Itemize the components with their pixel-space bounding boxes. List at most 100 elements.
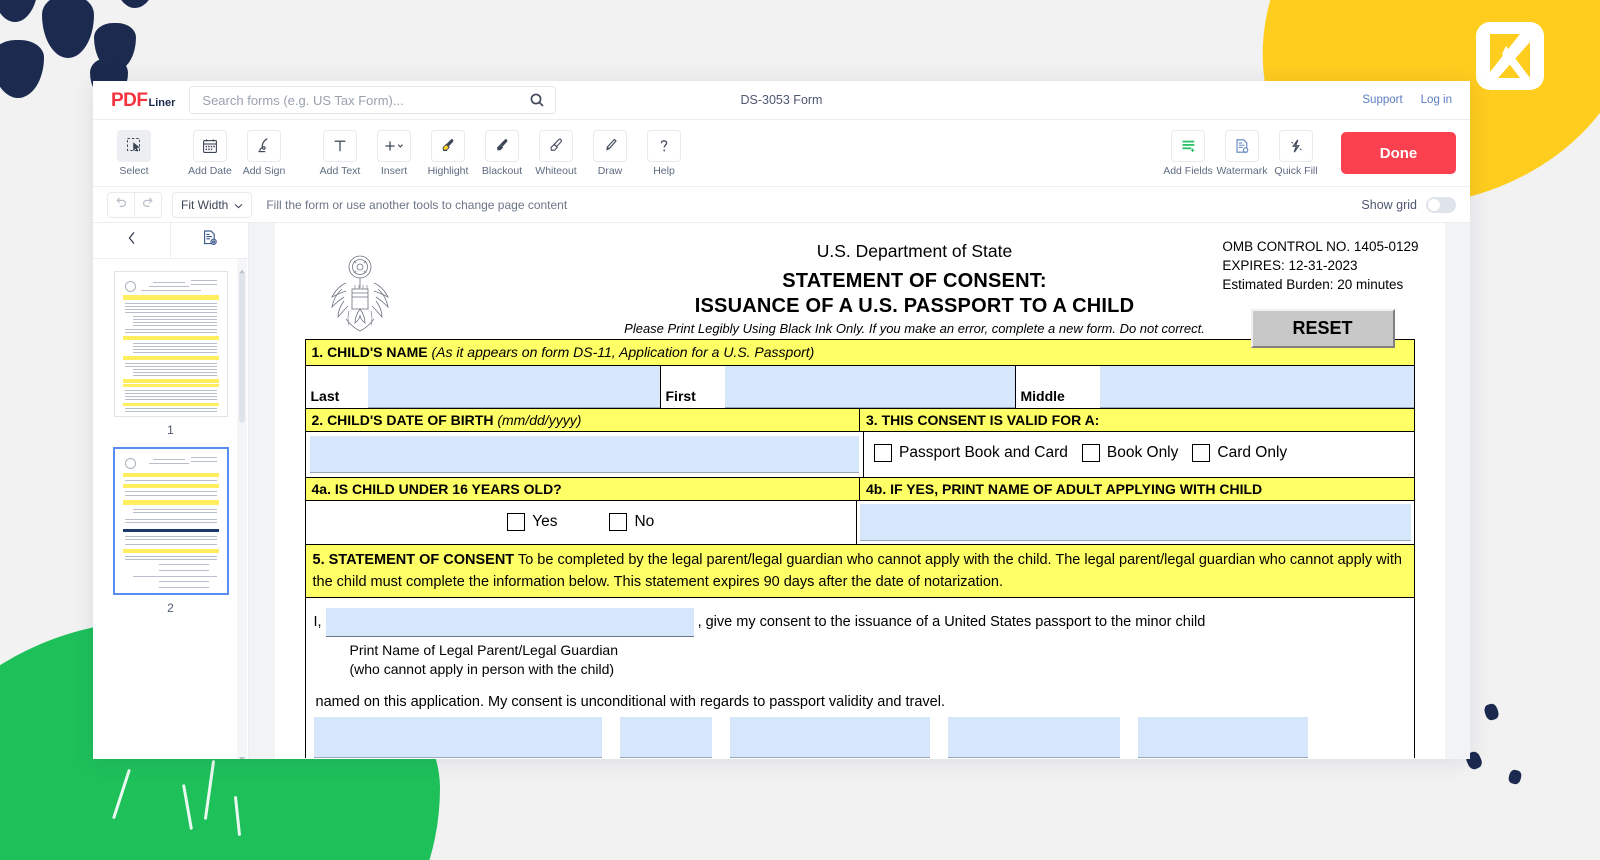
logo-liner-text: Liner: [148, 96, 176, 109]
thumbnail-item[interactable]: 1: [93, 271, 248, 437]
page-settings-button[interactable]: [171, 223, 248, 258]
search-icon[interactable]: [529, 92, 545, 108]
editor-body: 1 2 U.S. Department of State STATEMENT O…: [93, 223, 1470, 759]
sidebar-scrollbar[interactable]: [237, 259, 247, 759]
page-thumbnail-2[interactable]: [112, 447, 229, 595]
header-links: Support Log in: [1362, 94, 1470, 106]
parent-name-field[interactable]: [325, 607, 694, 637]
caption-line1: Print Name of Legal Parent/Legal Guardia…: [349, 641, 619, 658]
tool-add-text[interactable]: Add Text: [317, 129, 363, 177]
parent-name-caption: Print Name of Legal Parent/Legal Guardia…: [350, 641, 1406, 680]
tool-watermark[interactable]: Watermark: [1217, 129, 1267, 177]
first-name-label: First: [659, 365, 725, 408]
login-link[interactable]: Log in: [1421, 94, 1452, 106]
last-name-field[interactable]: [367, 365, 660, 408]
section2-heading-bold: 2. CHILD'S DATE OF BIRTH: [311, 411, 494, 428]
option-label: Yes: [532, 512, 558, 530]
reset-button[interactable]: RESET: [1250, 309, 1395, 348]
checkbox[interactable]: [874, 443, 892, 462]
zoom-level-select[interactable]: Fit Width: [172, 191, 253, 218]
tool-draw[interactable]: Draw: [587, 129, 633, 177]
toolbar-hint: Fill the form or use another tools to ch…: [266, 197, 568, 212]
under16-options: Yes No: [306, 501, 857, 543]
consent-valid-options: Passport Book and Card Book Only Card On…: [864, 432, 1414, 474]
tool-add-date-label: Add Date: [188, 164, 232, 177]
search-box[interactable]: [189, 86, 557, 114]
section5-heading-bold: 5. STATEMENT OF CONSENT: [312, 551, 515, 568]
section5-heading: 5. STATEMENT OF CONSENT To be completed …: [305, 544, 1414, 598]
city-field[interactable]: [729, 716, 930, 758]
done-button[interactable]: Done: [1341, 132, 1456, 174]
tool-highlight[interactable]: Highlight: [425, 129, 471, 177]
pdfliner-app-window: PDF Liner DS-3053 Form Support Log in: [93, 81, 1470, 759]
page-thumbnails[interactable]: 1 2: [93, 259, 248, 759]
section4a-heading: 4a. IS CHILD UNDER 16 YEARS OLD?: [305, 477, 860, 500]
support-link[interactable]: Support: [1362, 94, 1402, 106]
address-fields-row: [313, 716, 1406, 758]
tool-select-label: Select: [119, 164, 149, 177]
option-book-only[interactable]: Book Only: [1081, 443, 1178, 462]
zoom-level-label: Fit Width: [181, 197, 229, 212]
checkbox[interactable]: [1081, 443, 1100, 462]
blackout-brush-icon: [485, 129, 519, 162]
app-header: PDF Liner DS-3053 Form Support Log in: [93, 81, 1470, 120]
search-input[interactable]: [200, 91, 530, 109]
whiteout-brush-icon: [539, 129, 573, 162]
omb-info: OMB CONTROL NO. 1405-0129 EXPIRES: 12-31…: [1222, 237, 1418, 294]
tool-help-label: Help: [653, 164, 675, 177]
i-label: I,: [313, 614, 322, 631]
first-name-field[interactable]: [724, 365, 1015, 408]
section4b-heading: 4b. IF YES, PRINT NAME OF ADULT APPLYING…: [860, 477, 1414, 500]
street-address-field[interactable]: [313, 716, 602, 758]
checkbox[interactable]: [1192, 443, 1211, 462]
section2-3-headings: 2. CHILD'S DATE OF BIRTH (mm/dd/yyyy) 3.…: [305, 408, 1414, 432]
tool-add-sign[interactable]: Add Sign: [241, 129, 287, 177]
tool-whiteout[interactable]: Whiteout: [533, 129, 579, 177]
scrollbar-thumb[interactable]: [239, 273, 245, 423]
redo-button[interactable]: [134, 191, 162, 218]
plus-chevron-icon: [377, 129, 411, 162]
pdf-page[interactable]: U.S. Department of State STATEMENT OF CO…: [274, 223, 1445, 759]
section4-headings: 4a. IS CHILD UNDER 16 YEARS OLD? 4b. IF …: [305, 477, 1414, 501]
checkbox[interactable]: [609, 512, 628, 531]
option-card-only[interactable]: Card Only: [1192, 443, 1287, 462]
date-of-birth-field[interactable]: [309, 435, 859, 473]
draw-brush-icon: [593, 129, 627, 162]
tool-insert[interactable]: Insert: [371, 129, 417, 177]
page-thumbnail-1[interactable]: [113, 271, 228, 417]
section2-heading: 2. CHILD'S DATE OF BIRTH (mm/dd/yyyy): [305, 408, 860, 431]
tool-insert-label: Insert: [380, 164, 408, 177]
tool-add-fields[interactable]: Add Fields: [1163, 129, 1213, 177]
option-yes[interactable]: Yes: [507, 512, 558, 531]
sidebar-collapse-button[interactable]: [93, 223, 171, 258]
tool-add-date[interactable]: Add Date: [187, 129, 233, 177]
under16-cell: Yes No: [306, 500, 857, 544]
apt-field[interactable]: [619, 716, 712, 758]
option-no[interactable]: No: [609, 512, 654, 531]
option-passport-book-and-card[interactable]: Passport Book and Card: [874, 443, 1068, 462]
show-grid-toggle[interactable]: [1426, 196, 1456, 213]
checkbox[interactable]: [507, 512, 526, 531]
tool-quick-fill[interactable]: Quick Fill: [1273, 129, 1319, 177]
scroll-up-icon[interactable]: [238, 263, 246, 274]
document-canvas[interactable]: U.S. Department of State STATEMENT OF CO…: [249, 223, 1470, 759]
child-name-row: Last First Middle: [305, 365, 1414, 409]
tool-help[interactable]: Help: [641, 129, 687, 177]
thumbnail-item[interactable]: 2: [93, 447, 248, 615]
undo-button[interactable]: [107, 191, 134, 218]
middle-name-field[interactable]: [1099, 365, 1414, 408]
show-grid-control[interactable]: Show grid: [1361, 196, 1456, 213]
tool-blackout[interactable]: Blackout: [479, 129, 525, 177]
named-on-application-line: named on this application. My consent is…: [315, 693, 945, 710]
adult-name-field[interactable]: [860, 503, 1411, 541]
tool-select[interactable]: Select: [111, 129, 157, 177]
section1-heading-italic: (As it appears on form DS-11, Applicatio…: [431, 344, 815, 360]
zip-code-field[interactable]: [1137, 716, 1308, 758]
lightning-bolt-icon: [1279, 129, 1313, 162]
logo-pdf-text: PDF: [111, 89, 148, 111]
tool-whiteout-label: Whiteout: [535, 164, 577, 177]
main-toolbar: Select Add Date Add Sign Add Text Insert…: [93, 120, 1470, 187]
state-field[interactable]: [947, 716, 1120, 758]
pdfliner-logo[interactable]: PDF Liner: [111, 91, 175, 110]
scroll-down-icon[interactable]: [238, 750, 246, 759]
